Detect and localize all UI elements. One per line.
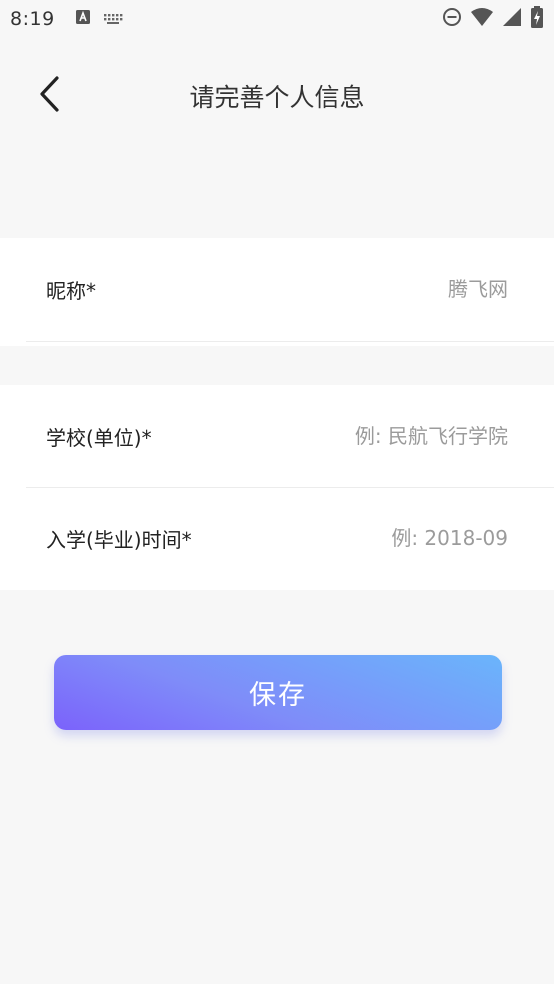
keyboard-icon — [103, 10, 123, 29]
enroll-time-input[interactable] — [248, 526, 508, 550]
page-title: 请完善个人信息 — [189, 83, 365, 112]
save-button[interactable]: 保存 — [54, 655, 502, 730]
school-info-card: 学校(单位)* 入学(毕业)时间* — [0, 385, 554, 590]
status-notification-icons — [75, 9, 123, 29]
nickname-row: 昵称* — [0, 238, 554, 340]
battery-charging-icon — [530, 6, 544, 32]
school-label: 学校(单位)* — [46, 425, 152, 450]
status-system-icons — [442, 6, 544, 32]
header: 请完善个人信息 — [0, 48, 554, 144]
school-input[interactable] — [248, 424, 508, 448]
school-row: 学校(单位)* — [0, 385, 554, 487]
divider — [26, 341, 554, 342]
status-time: 8:19 — [10, 8, 55, 30]
nickname-card: 昵称* — [0, 238, 554, 346]
do-not-disturb-icon — [442, 7, 462, 31]
cellular-signal-icon — [502, 7, 522, 31]
status-bar: 8:19 — [0, 0, 554, 38]
nickname-label: 昵称* — [46, 278, 96, 303]
text-input-icon — [75, 9, 91, 29]
wifi-icon — [470, 7, 494, 31]
enroll-time-row: 入学(毕业)时间* — [0, 487, 554, 589]
screen: 8:19 请完善个人信息 昵称* 腾飞网 学校(单位)* 例: 民航飞行学院 入… — [0, 0, 554, 984]
enroll-time-label: 入学(毕业)时间* — [46, 527, 192, 552]
nickname-input[interactable] — [248, 277, 508, 301]
